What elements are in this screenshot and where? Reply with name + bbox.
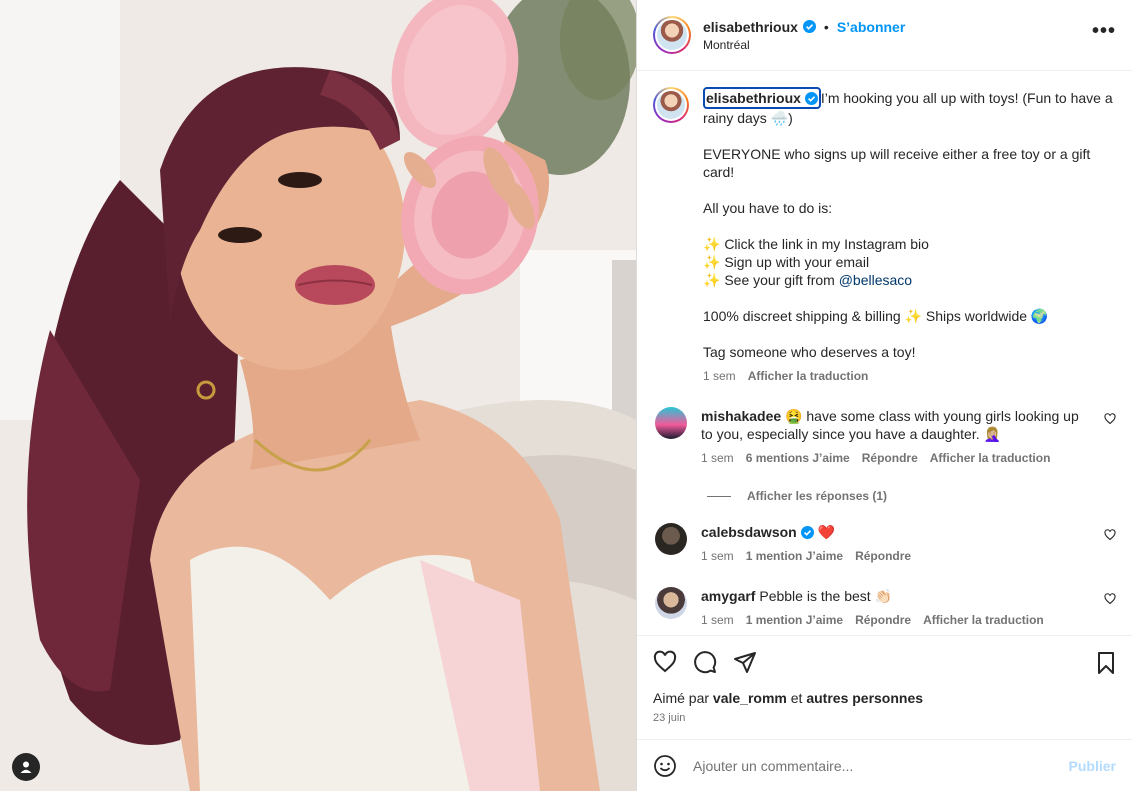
comment-likes[interactable]: 6 mentions J’aime	[746, 449, 850, 467]
comment: mishakadee 🤮 have some class with young …	[653, 407, 1116, 467]
comment-time[interactable]: 1 sem	[701, 611, 734, 629]
separator-dot: •	[823, 18, 829, 35]
publish-button[interactable]: Publier	[1069, 758, 1116, 774]
post-photo[interactable]	[0, 0, 636, 791]
post-actions: Aimé par vale_romm et autres personnes 2…	[637, 635, 1132, 739]
reply-button[interactable]: Répondre	[855, 611, 911, 629]
reply-button[interactable]: Répondre	[855, 547, 911, 565]
caption: elisabethrioux I’m hooking you all up wi…	[653, 87, 1116, 385]
like-heart-icon[interactable]	[653, 650, 677, 674]
post-date[interactable]: 23 juin	[653, 712, 1116, 724]
commenter-avatar[interactable]	[655, 407, 687, 439]
comment-input[interactable]	[693, 757, 1069, 774]
post-location[interactable]: Montréal	[703, 38, 905, 52]
emoji-icon[interactable]	[653, 754, 677, 778]
verified-badge-icon	[802, 20, 816, 33]
caption-avatar[interactable]	[653, 87, 689, 123]
add-comment-bar: Publier	[637, 739, 1132, 791]
commenter-avatar[interactable]	[655, 523, 687, 555]
follow-button[interactable]: S’abonner	[837, 19, 905, 35]
post-header: elisabethrioux • S’abonner Montréal •••	[637, 0, 1132, 71]
bookmark-icon[interactable]	[1094, 651, 1118, 675]
caption-line: 100% discreet shipping & billing ✨ Ships…	[703, 308, 1049, 324]
verified-badge-icon	[800, 526, 814, 539]
verified-badge-icon	[804, 92, 818, 105]
reply-button[interactable]: Répondre	[862, 449, 918, 467]
user-icon	[20, 761, 32, 773]
comment-likes[interactable]: 1 mention J’aime	[746, 547, 843, 565]
comment: amygarf Pebble is the best 👏🏻 1 sem 1 me…	[653, 587, 1116, 629]
caption-steps: ✨ Click the link in my Instagram bio ✨ S…	[703, 235, 1116, 289]
mention-link[interactable]: @bellesaco	[839, 272, 912, 288]
translate-button[interactable]: Afficher la traduction	[930, 449, 1051, 467]
caption-line: EVERYONE who signs up will receive eithe…	[703, 146, 1091, 180]
caption-step: ✨ Click the link in my Instagram bio	[703, 236, 929, 252]
tagged-user-button[interactable]	[12, 753, 40, 781]
more-options-icon[interactable]: •••	[1092, 21, 1116, 41]
likers-others-link[interactable]: autres personnes	[806, 690, 923, 706]
commenter-avatar[interactable]	[655, 587, 687, 619]
share-paper-plane-icon[interactable]	[733, 650, 757, 674]
commenter-username[interactable]: calebsdawson	[701, 524, 797, 540]
comment-time[interactable]: 1 sem	[701, 547, 734, 565]
photo-illustration	[0, 0, 636, 791]
comment-bubble-icon[interactable]	[693, 650, 717, 674]
author-avatar[interactable]	[653, 16, 691, 54]
like-comment-heart-icon[interactable]	[1104, 413, 1116, 425]
liker-username[interactable]: vale_romm	[713, 690, 787, 706]
author-username[interactable]: elisabethrioux	[703, 19, 798, 35]
comment-likes[interactable]: 1 mention J’aime	[746, 611, 843, 629]
commenter-username[interactable]: amygarf	[701, 588, 755, 604]
likes-summary: Aimé par vale_romm et autres personnes	[653, 690, 924, 706]
translate-button[interactable]: Afficher la traduction	[748, 367, 869, 385]
post-sidebar: elisabethrioux • S’abonner Montréal •••	[636, 0, 1132, 791]
caption-line: All you have to do is:	[703, 200, 833, 216]
translate-button[interactable]: Afficher la traduction	[923, 611, 1044, 629]
comments-list[interactable]: elisabethrioux I’m hooking you all up wi…	[637, 71, 1132, 635]
view-replies-button[interactable]: Afficher les réponses (1)	[707, 489, 1116, 503]
comment-time[interactable]: 1 sem	[701, 449, 734, 467]
commenter-username[interactable]: mishakadee	[701, 408, 781, 424]
replies-divider	[707, 495, 731, 497]
caption-username[interactable]: elisabethrioux	[703, 87, 821, 109]
caption-line: Tag someone who deserves a toy!	[703, 344, 916, 360]
comment: calebsdawson ❤️ 1 sem 1 mention J’aime R…	[653, 523, 1116, 565]
like-comment-heart-icon[interactable]	[1104, 529, 1116, 541]
caption-step: ✨ See your gift from @bellesaco	[703, 272, 913, 288]
comment-text: ❤️	[817, 524, 835, 540]
caption-step: ✨ Sign up with your email	[703, 254, 870, 270]
caption-time[interactable]: 1 sem	[703, 367, 736, 385]
comment-text: Pebble is the best 👏🏻	[759, 588, 892, 604]
like-comment-heart-icon[interactable]	[1104, 593, 1116, 605]
